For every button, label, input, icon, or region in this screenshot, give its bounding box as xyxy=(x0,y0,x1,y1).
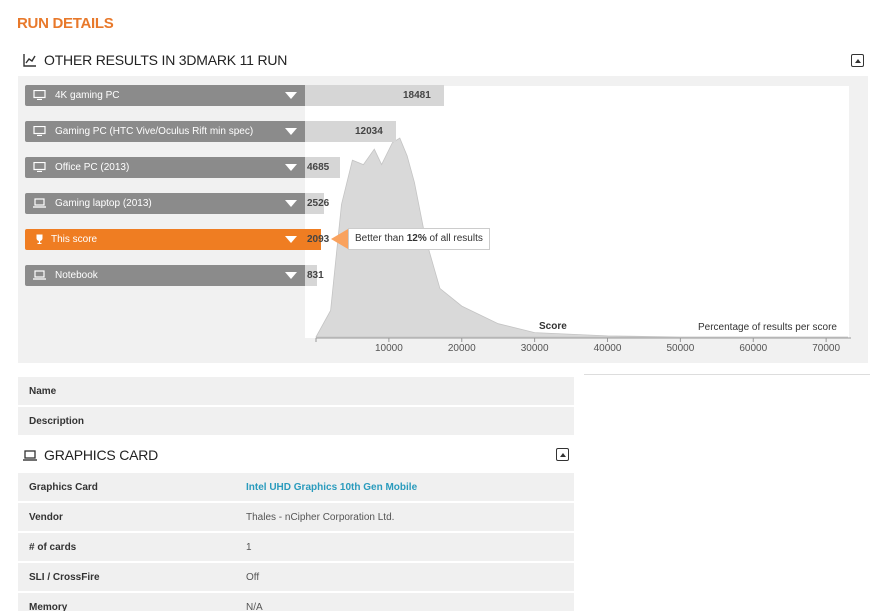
result-category-label: This score xyxy=(51,234,98,245)
info-key: Description xyxy=(29,415,85,427)
x-axis-tick-label: 50000 xyxy=(666,343,695,354)
result-row: Notebook 831 xyxy=(25,265,465,286)
result-score-value: 4685 xyxy=(307,162,330,173)
desktop-icon xyxy=(33,90,46,100)
chevron-down-icon[interactable] xyxy=(285,92,297,99)
result-row: 4K gaming PC 18481 xyxy=(25,85,465,106)
result-category-select[interactable]: 4K gaming PC xyxy=(25,85,305,106)
result-score-value: 18481 xyxy=(403,90,431,101)
graphics-info-value: 1 xyxy=(246,541,252,553)
result-category-select[interactable]: Gaming laptop (2013) xyxy=(25,193,305,214)
graphics-info-row: SLI / CrossFire Off xyxy=(18,563,574,591)
collapse-graphics-button[interactable] xyxy=(556,448,569,461)
result-category-label: 4K gaming PC xyxy=(55,90,120,101)
x-axis-tick-label: 30000 xyxy=(520,343,549,354)
tooltip-arrow xyxy=(331,229,348,249)
graphics-info-value: Off xyxy=(246,571,260,583)
graphics-info-key: Memory xyxy=(29,601,68,611)
laptop-icon xyxy=(33,198,46,208)
x-axis-tick-label: 40000 xyxy=(593,343,622,354)
tooltip-percent: 12% xyxy=(406,233,427,244)
result-category-label: Notebook xyxy=(55,270,98,281)
result-category-label: Gaming laptop (2013) xyxy=(55,198,152,209)
graphics-info-row: Vendor Thales - nCipher Corporation Ltd. xyxy=(18,503,574,531)
x-axis-tick-label: 60000 xyxy=(739,343,768,354)
tooltip-prefix: Better than xyxy=(355,233,407,244)
graphics-info-row: Graphics Card Intel UHD Graphics 10th Gen… xyxy=(18,473,574,501)
result-row: Office PC (2013) 4685 xyxy=(25,157,465,178)
result-row: Gaming laptop (2013) 2526 xyxy=(25,193,465,214)
chevron-down-icon[interactable] xyxy=(285,128,297,135)
chevron-down-icon[interactable] xyxy=(285,164,297,171)
result-row: Gaming PC (HTC Vive/Oculus Rift min spec… xyxy=(25,121,465,142)
info-key: Name xyxy=(29,385,57,397)
result-score-value: 831 xyxy=(307,270,324,281)
graphics-info-row: Memory N/A xyxy=(18,593,574,611)
x-axis-tick-label: 10000 xyxy=(374,343,403,354)
graphics-info-key: # of cards xyxy=(29,541,77,553)
graphics-info-row: # of cards 1 xyxy=(18,533,574,561)
x-axis-title: Score xyxy=(539,321,567,332)
graphics-info-key: Graphics Card xyxy=(29,481,98,493)
y-axis-title: Percentage of results per score xyxy=(698,322,837,333)
x-axis-tick-label: 70000 xyxy=(812,343,841,354)
result-score-value: 2526 xyxy=(307,198,330,209)
graphics-section-header: GRAPHICS CARD xyxy=(18,440,574,470)
result-category-select[interactable]: Office PC (2013) xyxy=(25,157,305,178)
chevron-down-icon[interactable] xyxy=(285,200,297,207)
result-score-value: 12034 xyxy=(355,126,383,137)
laptop-icon xyxy=(33,270,46,280)
chevron-down-icon[interactable] xyxy=(285,272,297,279)
graphics-info-value: N/A xyxy=(246,601,263,611)
x-axis-tick-label: 20000 xyxy=(447,343,476,354)
result-category-select[interactable]: Notebook xyxy=(25,265,305,286)
result-category-select[interactable]: Gaming PC (HTC Vive/Oculus Rift min spec… xyxy=(25,121,305,142)
graphics-info-key: Vendor xyxy=(29,511,63,523)
laptop-icon xyxy=(23,450,37,461)
result-category-label: Office PC (2013) xyxy=(55,162,130,173)
graphics-card-link[interactable]: Intel UHD Graphics 10th Gen Mobile xyxy=(246,482,417,493)
tooltip-suffix: of all results xyxy=(426,233,483,244)
result-category-label: Gaming PC (HTC Vive/Oculus Rift min spec… xyxy=(55,126,254,137)
divider xyxy=(584,374,870,375)
graphics-section-title: GRAPHICS CARD xyxy=(44,447,159,463)
desktop-icon xyxy=(33,126,46,136)
score-percentile-tooltip: Better than 12% of all results xyxy=(348,228,490,250)
trophy-icon xyxy=(36,234,43,244)
graphics-info-value: Thales - nCipher Corporation Ltd. xyxy=(246,511,395,523)
result-score-value: 2093 xyxy=(307,234,330,245)
result-category-select[interactable]: This score xyxy=(25,229,305,250)
desktop-icon xyxy=(33,162,46,172)
graphics-info-key: SLI / CrossFire xyxy=(29,571,100,583)
chevron-down-icon[interactable] xyxy=(285,236,297,243)
info-row-description: Description xyxy=(18,407,574,435)
info-row-name: Name xyxy=(18,377,574,405)
